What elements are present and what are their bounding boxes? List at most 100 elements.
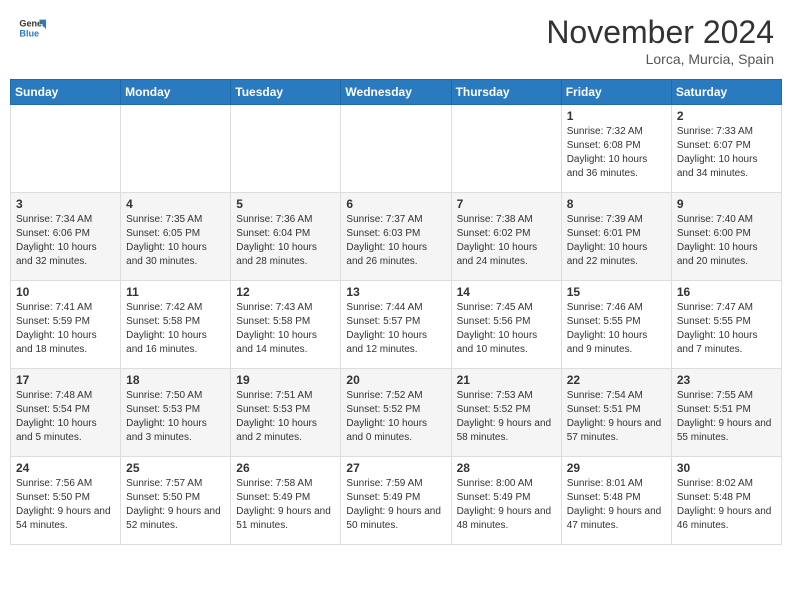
day-number: 22 [567, 373, 666, 387]
day-number: 23 [677, 373, 776, 387]
day-info: Sunrise: 7:56 AM Sunset: 5:50 PM Dayligh… [16, 477, 115, 533]
day-info: Sunrise: 7:53 AM Sunset: 5:52 PM Dayligh… [457, 389, 556, 445]
day-header-monday: Monday [121, 80, 231, 105]
day-number: 2 [677, 109, 776, 123]
calendar-cell: 28Sunrise: 8:00 AM Sunset: 5:49 PM Dayli… [451, 457, 561, 545]
day-info: Sunrise: 7:58 AM Sunset: 5:49 PM Dayligh… [236, 477, 335, 533]
calendar-cell [231, 105, 341, 193]
calendar-week-2: 3 Sunrise: 7:34 AM Sunset: 6:06 PM Daylig… [11, 193, 782, 281]
day-info: Sunrise: 7:46 AM Sunset: 5:55 PM Dayligh… [567, 301, 666, 357]
calendar-cell: 8 Sunrise: 7:39 AM Sunset: 6:01 PM Daylig… [561, 193, 671, 281]
calendar-cell: 3 Sunrise: 7:34 AM Sunset: 6:06 PM Daylig… [11, 193, 121, 281]
day-number: 3 [16, 197, 115, 211]
day-number: 19 [236, 373, 335, 387]
day-info: Sunrise: 7:54 AM Sunset: 5:51 PM Dayligh… [567, 389, 666, 445]
day-number: 6 [346, 197, 445, 211]
calendar-cell: 5Sunrise: 7:36 AM Sunset: 6:04 PM Daylig… [231, 193, 341, 281]
day-info: Sunrise: 7:47 AM Sunset: 5:55 PM Dayligh… [677, 301, 776, 357]
day-number: 16 [677, 285, 776, 299]
day-info: Sunrise: 8:00 AM Sunset: 5:49 PM Dayligh… [457, 477, 556, 533]
day-number: 20 [346, 373, 445, 387]
day-info: Sunrise: 7:59 AM Sunset: 5:49 PM Dayligh… [346, 477, 445, 533]
day-info: Sunrise: 7:55 AM Sunset: 5:51 PM Dayligh… [677, 389, 776, 445]
calendar-cell: 23 Sunrise: 7:55 AM Sunset: 5:51 PM Dayli… [671, 369, 781, 457]
calendar-cell: 24 Sunrise: 7:56 AM Sunset: 5:50 PM Dayli… [11, 457, 121, 545]
calendar-cell: 25 Sunrise: 7:57 AM Sunset: 5:50 PM Dayli… [121, 457, 231, 545]
calendar-cell [341, 105, 451, 193]
day-number: 7 [457, 197, 556, 211]
title-section: November 2024 Lorca, Murcia, Spain [546, 14, 774, 67]
day-info: Sunrise: 7:38 AM Sunset: 6:02 PM Dayligh… [457, 213, 556, 269]
day-number: 27 [346, 461, 445, 475]
day-info: Sunrise: 7:37 AM Sunset: 6:03 PM Dayligh… [346, 213, 445, 269]
calendar-cell: 30 Sunrise: 8:02 AM Sunset: 5:48 PM Dayli… [671, 457, 781, 545]
day-number: 26 [236, 461, 335, 475]
calendar-cell: 18Sunrise: 7:50 AM Sunset: 5:53 PM Dayli… [121, 369, 231, 457]
day-info: Sunrise: 7:35 AM Sunset: 6:05 PM Dayligh… [126, 213, 225, 269]
calendar-cell: 21 Sunrise: 7:53 AM Sunset: 5:52 PM Dayli… [451, 369, 561, 457]
day-info: Sunrise: 8:02 AM Sunset: 5:48 PM Dayligh… [677, 477, 776, 533]
svg-text:Blue: Blue [19, 28, 39, 38]
day-info: Sunrise: 7:32 AM Sunset: 6:08 PM Dayligh… [567, 125, 666, 181]
calendar-cell: 1Sunrise: 7:32 AM Sunset: 6:08 PM Daylig… [561, 105, 671, 193]
calendar-cell [11, 105, 121, 193]
day-info: Sunrise: 7:33 AM Sunset: 6:07 PM Dayligh… [677, 125, 776, 181]
calendar-week-4: 17 Sunrise: 7:48 AM Sunset: 5:54 PM Dayli… [11, 369, 782, 457]
month-title: November 2024 [546, 14, 774, 51]
calendar-cell: 16 Sunrise: 7:47 AM Sunset: 5:55 PM Dayli… [671, 281, 781, 369]
day-info: Sunrise: 7:42 AM Sunset: 5:58 PM Dayligh… [126, 301, 225, 357]
day-number: 25 [126, 461, 225, 475]
calendar-cell: 2 Sunrise: 7:33 AM Sunset: 6:07 PM Daylig… [671, 105, 781, 193]
calendar-cell: 9 Sunrise: 7:40 AM Sunset: 6:00 PM Daylig… [671, 193, 781, 281]
day-header-sunday: Sunday [11, 80, 121, 105]
calendar-week-3: 10 Sunrise: 7:41 AM Sunset: 5:59 PM Dayli… [11, 281, 782, 369]
calendar-cell: 4Sunrise: 7:35 AM Sunset: 6:05 PM Daylig… [121, 193, 231, 281]
day-header-tuesday: Tuesday [231, 80, 341, 105]
calendar-cell: 27 Sunrise: 7:59 AM Sunset: 5:49 PM Dayli… [341, 457, 451, 545]
day-info: Sunrise: 7:44 AM Sunset: 5:57 PM Dayligh… [346, 301, 445, 357]
day-info: Sunrise: 7:41 AM Sunset: 5:59 PM Dayligh… [16, 301, 115, 357]
day-number: 11 [126, 285, 225, 299]
day-info: Sunrise: 7:48 AM Sunset: 5:54 PM Dayligh… [16, 389, 115, 445]
page-header: General Blue November 2024 Lorca, Murcia… [10, 10, 782, 71]
day-number: 9 [677, 197, 776, 211]
calendar-cell: 15 Sunrise: 7:46 AM Sunset: 5:55 PM Dayli… [561, 281, 671, 369]
day-info: Sunrise: 7:39 AM Sunset: 6:01 PM Dayligh… [567, 213, 666, 269]
calendar-cell: 14Sunrise: 7:45 AM Sunset: 5:56 PM Dayli… [451, 281, 561, 369]
calendar-body: 1Sunrise: 7:32 AM Sunset: 6:08 PM Daylig… [11, 105, 782, 545]
day-number: 14 [457, 285, 556, 299]
day-number: 18 [126, 373, 225, 387]
calendar-cell [121, 105, 231, 193]
day-header-saturday: Saturday [671, 80, 781, 105]
calendar-week-1: 1Sunrise: 7:32 AM Sunset: 6:08 PM Daylig… [11, 105, 782, 193]
logo: General Blue [18, 14, 46, 42]
day-number: 21 [457, 373, 556, 387]
calendar-cell: 29Sunrise: 8:01 AM Sunset: 5:48 PM Dayli… [561, 457, 671, 545]
logo-icon: General Blue [18, 14, 46, 42]
day-number: 5 [236, 197, 335, 211]
day-info: Sunrise: 7:57 AM Sunset: 5:50 PM Dayligh… [126, 477, 225, 533]
day-number: 30 [677, 461, 776, 475]
day-header-friday: Friday [561, 80, 671, 105]
day-info: Sunrise: 7:52 AM Sunset: 5:52 PM Dayligh… [346, 389, 445, 445]
calendar-cell: 22 Sunrise: 7:54 AM Sunset: 5:51 PM Dayli… [561, 369, 671, 457]
calendar-cell: 6 Sunrise: 7:37 AM Sunset: 6:03 PM Daylig… [341, 193, 451, 281]
day-number: 12 [236, 285, 335, 299]
day-info: Sunrise: 7:34 AM Sunset: 6:06 PM Dayligh… [16, 213, 115, 269]
day-number: 15 [567, 285, 666, 299]
calendar-cell: 12 Sunrise: 7:43 AM Sunset: 5:58 PM Dayli… [231, 281, 341, 369]
day-number: 10 [16, 285, 115, 299]
day-info: Sunrise: 7:51 AM Sunset: 5:53 PM Dayligh… [236, 389, 335, 445]
location: Lorca, Murcia, Spain [546, 51, 774, 67]
day-info: Sunrise: 7:40 AM Sunset: 6:00 PM Dayligh… [677, 213, 776, 269]
day-number: 24 [16, 461, 115, 475]
day-number: 17 [16, 373, 115, 387]
calendar-cell: 19 Sunrise: 7:51 AM Sunset: 5:53 PM Dayli… [231, 369, 341, 457]
calendar-cell: 17 Sunrise: 7:48 AM Sunset: 5:54 PM Dayli… [11, 369, 121, 457]
calendar-cell: 7 Sunrise: 7:38 AM Sunset: 6:02 PM Daylig… [451, 193, 561, 281]
calendar-cell: 11 Sunrise: 7:42 AM Sunset: 5:58 PM Dayli… [121, 281, 231, 369]
day-number: 29 [567, 461, 666, 475]
day-info: Sunrise: 7:43 AM Sunset: 5:58 PM Dayligh… [236, 301, 335, 357]
day-number: 8 [567, 197, 666, 211]
calendar-cell: 10 Sunrise: 7:41 AM Sunset: 5:59 PM Dayli… [11, 281, 121, 369]
